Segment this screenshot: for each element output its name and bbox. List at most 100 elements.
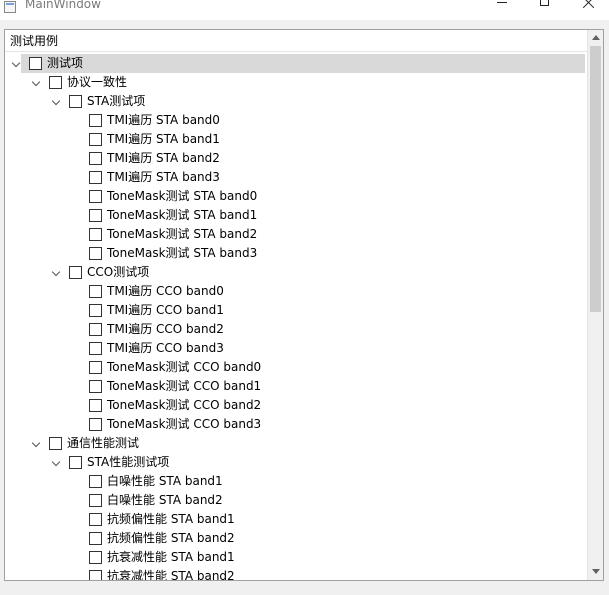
close-button[interactable] [567,0,609,20]
scrollbar-thumb[interactable] [590,46,601,312]
maximize-button[interactable] [523,0,567,20]
tree-checkbox[interactable] [89,114,102,127]
tree-checkbox[interactable] [89,152,102,165]
tree-branch-row[interactable]: CCO测试项 [5,263,587,282]
tree-checkbox[interactable] [69,266,82,279]
tree-checkbox[interactable] [89,171,102,184]
chevron-down-icon[interactable] [51,96,61,106]
tree-branch-row[interactable]: STA测试项 [5,92,587,111]
tree-leaf-row[interactable]: TMI遍历 CCO band2 [5,320,587,339]
tree-leaf-row[interactable]: ToneMask测试 STA band3 [5,244,587,263]
minimize-button[interactable] [479,0,523,20]
tree-item-label: ToneMask测试 CCO band2 [107,398,262,412]
tree-item-label: 白噪性能 STA band1 [107,474,223,488]
chevron-down-icon[interactable] [51,267,61,277]
tree-checkbox[interactable] [89,133,102,146]
tree-item-label: 抗衰减性能 STA band1 [107,550,235,564]
tree-branch-row[interactable]: STA性能测试项 [5,453,587,472]
tree-item-label: 抗频偏性能 STA band2 [107,531,235,545]
tree-checkbox[interactable] [49,437,62,450]
tree-checkbox[interactable] [89,532,102,545]
tree-leaf-row[interactable]: 抗衰减性能 STA band2 [5,567,587,580]
tree-item-label: ToneMask测试 CCO band0 [107,360,262,374]
tree-checkbox[interactable] [89,494,102,507]
tree-leaf-row[interactable]: ToneMask测试 CCO band3 [5,415,587,434]
tree-item-label: TMI遍历 STA band1 [107,132,220,146]
title-bar[interactable]: MainWindow [0,0,609,20]
tree-checkbox[interactable] [89,342,102,355]
tree-leaf-row[interactable]: 抗频偏性能 STA band2 [5,529,587,548]
tree-checkbox[interactable] [89,570,102,580]
tree-item-label: ToneMask测试 STA band2 [107,227,258,241]
tree-checkbox[interactable] [89,190,102,203]
tree-leaf-row[interactable]: 白噪性能 STA band1 [5,472,587,491]
tree-leaf-row[interactable]: 抗衰减性能 STA band1 [5,548,587,567]
tree-checkbox[interactable] [89,304,102,317]
scroll-down-button[interactable] [588,564,603,580]
tree-leaf-row[interactable]: ToneMask测试 CCO band0 [5,358,587,377]
tree-checkbox[interactable] [89,285,102,298]
tree-checkbox[interactable] [69,95,82,108]
tree-header-label: 测试用例 [10,34,59,48]
tree-leaf-row[interactable]: ToneMask测试 CCO band2 [5,396,587,415]
tree-checkbox[interactable] [89,323,102,336]
tree-item-label: CCO测试项 [87,265,150,279]
chevron-down-icon[interactable] [31,77,41,87]
tree-leaf-row[interactable]: ToneMask测试 STA band1 [5,206,587,225]
tree-checkbox[interactable] [89,399,102,412]
chevron-down-icon[interactable] [31,438,41,448]
tree-item-label: TMI遍历 STA band0 [107,113,220,127]
tree-checkbox[interactable] [89,361,102,374]
tree-item-label: ToneMask测试 CCO band1 [107,379,262,393]
tree-body[interactable]: 测试项协议一致性 STA测试项 TMI遍历 STA band0 TMI遍历 STA b… [5,54,587,580]
tree-item-label: TMI遍历 CCO band3 [107,341,224,355]
tree-checkbox[interactable] [89,247,102,260]
tree-checkbox[interactable] [89,475,102,488]
tree-item-label: TMI遍历 CCO band0 [107,284,224,298]
scroll-down-arrow-icon [592,569,600,574]
tree-leaf-row[interactable]: 抗频偏性能 STA band1 [5,510,587,529]
tree-checkbox[interactable] [89,418,102,431]
tree-item-label: TMI遍历 CCO band1 [107,303,224,317]
tree-checkbox[interactable] [49,76,62,89]
tree-leaf-row[interactable]: TMI遍历 CCO band0 [5,282,587,301]
tree-checkbox[interactable] [89,380,102,393]
tree-item-label: 通信性能测试 [67,436,140,450]
app-icon [4,1,16,13]
minimize-icon [497,2,507,3]
selection-highlight [21,54,585,73]
tree-branch-row[interactable]: 测试项 [5,54,587,73]
tree-item-label: 协议一致性 [67,75,128,89]
vertical-scrollbar[interactable] [587,30,603,580]
tree-leaf-row[interactable]: TMI遍历 STA band1 [5,130,587,149]
tree-checkbox[interactable] [29,57,42,70]
tree-leaf-row[interactable]: TMI遍历 STA band3 [5,168,587,187]
chevron-down-icon[interactable] [11,58,21,68]
tree-item-label: 测试项 [47,56,84,70]
tree-checkbox[interactable] [89,551,102,564]
tree-leaf-row[interactable]: TMI遍历 CCO band1 [5,301,587,320]
tree-item-label: TMI遍历 STA band3 [107,170,220,184]
tree-leaf-row[interactable]: TMI遍历 STA band0 [5,111,587,130]
tree-item-label: TMI遍历 STA band2 [107,151,220,165]
scroll-up-button[interactable] [588,30,603,46]
test-case-tree[interactable]: 测试用例 测试项协议一致性 STA测试项 TMI遍历 STA band0 TMI遍历 … [4,29,604,581]
tree-checkbox[interactable] [89,209,102,222]
close-icon [582,0,596,10]
tree-branch-row[interactable]: 通信性能测试 [5,434,587,453]
tree-checkbox[interactable] [89,228,102,241]
tree-checkbox[interactable] [69,456,82,469]
tree-checkbox[interactable] [89,513,102,526]
tree-header[interactable]: 测试用例 [5,30,587,52]
tree-leaf-row[interactable]: ToneMask测试 CCO band1 [5,377,587,396]
scroll-up-arrow-icon [592,35,600,40]
tree-leaf-row[interactable]: 白噪性能 STA band2 [5,491,587,510]
tree-leaf-row[interactable]: ToneMask测试 STA band0 [5,187,587,206]
tree-leaf-row[interactable]: TMI遍历 CCO band3 [5,339,587,358]
tree-leaf-row[interactable]: TMI遍历 STA band2 [5,149,587,168]
tree-branch-row[interactable]: 协议一致性 [5,73,587,92]
tree-item-label: STA测试项 [87,94,146,108]
tree-leaf-row[interactable]: ToneMask测试 STA band2 [5,225,587,244]
chevron-down-icon[interactable] [51,457,61,467]
tree-item-label: ToneMask测试 CCO band3 [107,417,262,431]
